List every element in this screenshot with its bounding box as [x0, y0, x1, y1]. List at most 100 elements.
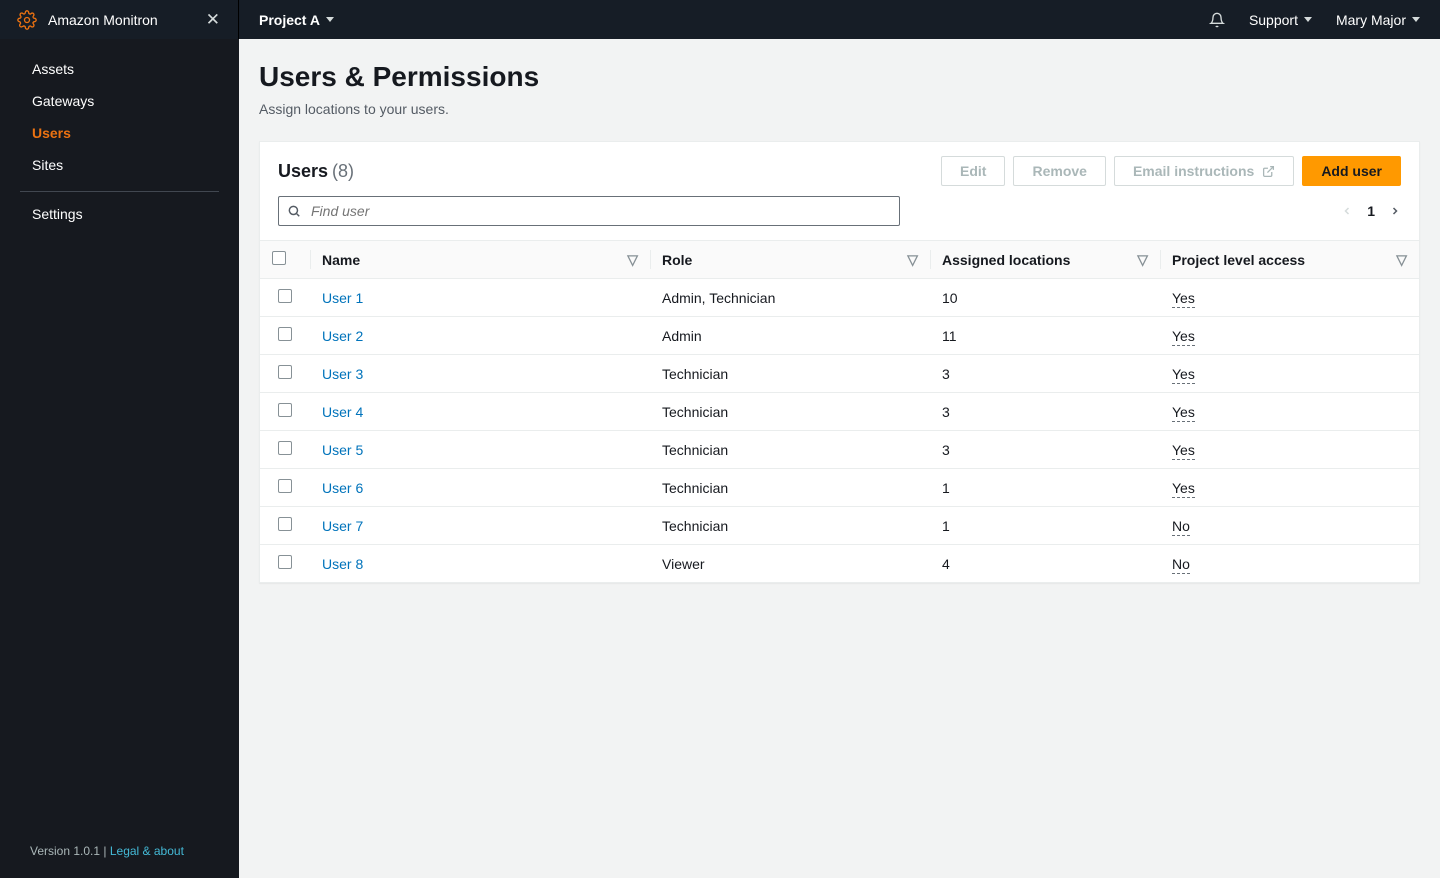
col-role: Role ▽	[650, 241, 930, 279]
prev-page-button[interactable]	[1341, 203, 1353, 219]
page-title: Users & Permissions	[259, 61, 1420, 93]
user-link[interactable]: User 3	[322, 366, 363, 382]
sidebar-item-sites[interactable]: Sites	[0, 149, 239, 181]
email-instructions-button[interactable]: Email instructions	[1114, 156, 1294, 186]
page-subtitle: Assign locations to your users.	[259, 101, 1420, 117]
user-role: Technician	[650, 469, 930, 507]
legal-link[interactable]: Legal & about	[110, 844, 184, 858]
user-role: Viewer	[650, 545, 930, 583]
user-link[interactable]: User 1	[322, 290, 363, 306]
user-locations: 3	[930, 393, 1160, 431]
col-checkbox	[260, 241, 310, 279]
topbar-brand-area: Amazon Monitron ✕	[0, 0, 239, 39]
sidebar-item-gateways[interactable]: Gateways	[0, 85, 239, 117]
user-link[interactable]: User 2	[322, 328, 363, 344]
sort-icon[interactable]: ▽	[907, 251, 918, 268]
external-link-icon	[1262, 165, 1275, 178]
user-label: Mary Major	[1336, 12, 1406, 28]
topbar-right: Support Mary Major	[1209, 12, 1440, 28]
table-row: User 8Viewer4No	[260, 545, 1419, 583]
sort-icon[interactable]: ▽	[1396, 251, 1407, 268]
row-checkbox[interactable]	[278, 403, 292, 417]
support-menu[interactable]: Support	[1249, 12, 1312, 28]
panel-actions: Edit Remove Email instructions Add user	[941, 156, 1401, 186]
notifications-icon[interactable]	[1209, 12, 1225, 28]
user-link[interactable]: User 7	[322, 518, 363, 534]
table-row: User 7 Technician1No	[260, 507, 1419, 545]
table-row: User 6Technician1Yes	[260, 469, 1419, 507]
close-icon[interactable]: ✕	[206, 10, 220, 30]
sort-icon[interactable]: ▽	[627, 251, 638, 268]
col-access-label: Project level access	[1172, 252, 1305, 268]
users-panel: Users (8) Edit Remove Email instructions	[259, 141, 1420, 583]
page-number: 1	[1367, 203, 1375, 219]
caret-down-icon	[1304, 17, 1312, 22]
user-locations: 3	[930, 431, 1160, 469]
support-label: Support	[1249, 12, 1298, 28]
select-all-checkbox[interactable]	[272, 251, 286, 265]
project-picker[interactable]: Project A	[239, 12, 334, 28]
user-locations: 11	[930, 317, 1160, 355]
table-row: User 1Admin, Technician10Yes	[260, 279, 1419, 317]
col-access: Project level access ▽	[1160, 241, 1419, 279]
user-access: Yes	[1160, 393, 1419, 431]
user-link[interactable]: User 4	[322, 404, 363, 420]
sort-icon[interactable]: ▽	[1137, 251, 1148, 268]
sidebar-item-settings[interactable]: Settings	[0, 198, 239, 230]
user-menu[interactable]: Mary Major	[1336, 12, 1420, 28]
user-role: Technician	[650, 431, 930, 469]
row-checkbox[interactable]	[278, 327, 292, 341]
user-access: Yes	[1160, 431, 1419, 469]
sidebar-item-users[interactable]: Users	[0, 117, 239, 149]
col-locations: Assigned locations ▽	[930, 241, 1160, 279]
table-row: User 5 Technician3Yes	[260, 431, 1419, 469]
brand-label: Amazon Monitron	[48, 12, 158, 28]
user-role: Technician	[650, 393, 930, 431]
row-checkbox[interactable]	[278, 555, 292, 569]
user-role: Admin	[650, 317, 930, 355]
row-checkbox[interactable]	[278, 289, 292, 303]
user-link[interactable]: User 6	[322, 480, 363, 496]
user-access: Yes	[1160, 355, 1419, 393]
user-link[interactable]: User 8	[322, 556, 363, 572]
user-access: Yes	[1160, 317, 1419, 355]
topbar: Amazon Monitron ✕ Project A Support Mary…	[0, 0, 1440, 39]
table-row: User 4 Technician3Yes	[260, 393, 1419, 431]
user-role: Technician	[650, 507, 930, 545]
pager: 1	[1341, 203, 1401, 219]
search-input[interactable]	[278, 196, 900, 226]
remove-button[interactable]: Remove	[1013, 156, 1105, 186]
user-access: No	[1160, 507, 1419, 545]
gear-icon	[17, 10, 37, 30]
next-page-button[interactable]	[1389, 203, 1401, 219]
panel-title: Users	[278, 161, 328, 182]
panel-count: (8)	[332, 161, 354, 182]
col-locations-label: Assigned locations	[942, 252, 1070, 268]
table-row: User 3 Technician3Yes	[260, 355, 1419, 393]
user-link[interactable]: User 5	[322, 442, 363, 458]
table-row: User 2 Admin11Yes	[260, 317, 1419, 355]
row-checkbox[interactable]	[278, 365, 292, 379]
sidebar-divider	[20, 191, 219, 192]
caret-down-icon	[1412, 17, 1420, 22]
row-checkbox[interactable]	[278, 441, 292, 455]
user-access: Yes	[1160, 469, 1419, 507]
sidebar-footer: Version 1.0.1 | Legal & about	[0, 844, 239, 878]
edit-button[interactable]: Edit	[941, 156, 1005, 186]
sidebar: Assets Gateways Users Sites Settings Ver…	[0, 39, 239, 878]
add-user-button[interactable]: Add user	[1302, 156, 1401, 186]
col-name-label: Name	[322, 252, 360, 268]
col-name: Name ▽	[310, 241, 650, 279]
user-locations: 1	[930, 507, 1160, 545]
sidebar-item-assets[interactable]: Assets	[0, 53, 239, 85]
panel-header: Users (8) Edit Remove Email instructions	[260, 142, 1419, 196]
caret-down-icon	[326, 17, 334, 22]
user-role: Technician	[650, 355, 930, 393]
search-icon	[287, 204, 301, 218]
users-table: Name ▽ Role ▽ Assigned locations ▽ Pro	[260, 240, 1419, 582]
user-locations: 10	[930, 279, 1160, 317]
user-locations: 3	[930, 355, 1160, 393]
user-access: No	[1160, 545, 1419, 583]
row-checkbox[interactable]	[278, 517, 292, 531]
row-checkbox[interactable]	[278, 479, 292, 493]
